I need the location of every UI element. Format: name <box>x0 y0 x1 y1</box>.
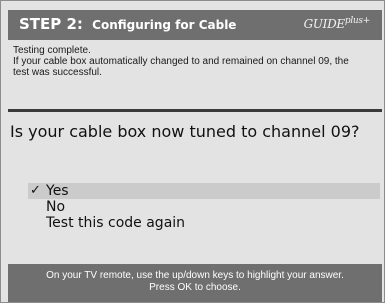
divider <box>8 109 382 112</box>
option-label: Yes <box>46 183 69 199</box>
checkmark-icon: ✓ <box>30 183 41 198</box>
question-text: Is your cable box now tuned to channel 0… <box>10 122 360 141</box>
instruction-text: On your TV remote, use the up/down keys … <box>8 270 382 294</box>
status-message: Testing complete. If your cable box auto… <box>13 45 379 78</box>
logo-text: GUIDE <box>303 17 346 31</box>
instruction-line: On your TV remote, use the up/down keys … <box>46 270 344 281</box>
answer-list: ✓ Yes No Test this code again <box>28 183 380 231</box>
step-number: STEP 2: <box>19 15 83 33</box>
instruction-line: Press OK to choose. <box>149 282 241 293</box>
step-title: STEP 2: Configuring for Cable <box>19 15 236 33</box>
option-label: No <box>46 199 66 215</box>
option-yes[interactable]: ✓ Yes <box>28 183 380 199</box>
option-label: Test this code again <box>46 215 186 231</box>
brand-logo: GUIDEplus+ <box>303 16 371 31</box>
status-line: If your cable box automatically changed … <box>13 56 349 67</box>
step-description: Configuring for Cable <box>92 18 237 32</box>
logo-plus: plus+ <box>344 16 370 26</box>
status-line: test was successful. <box>13 67 102 78</box>
option-no[interactable]: No <box>28 199 380 215</box>
option-test-again[interactable]: Test this code again <box>28 215 380 231</box>
setup-screen: STEP 2: Configuring for Cable GUIDEplus+… <box>0 0 385 303</box>
instruction-bar: On your TV remote, use the up/down keys … <box>8 264 382 302</box>
status-line: Testing complete. <box>13 45 91 56</box>
header-bar: STEP 2: Configuring for Cable GUIDEplus+ <box>8 10 382 40</box>
